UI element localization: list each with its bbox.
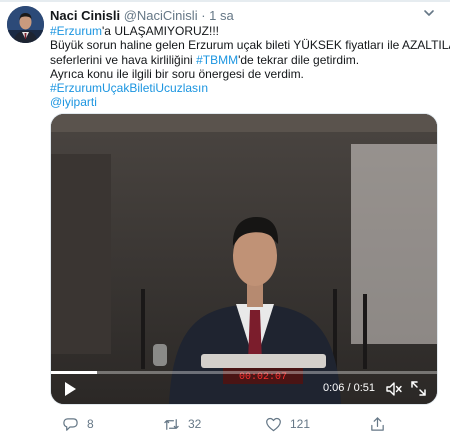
tweet-text-line: #ErzurumUçakBiletiUcuzlasın — [50, 81, 442, 95]
volume-muted-icon[interactable] — [385, 380, 403, 398]
like-button[interactable]: 121 — [265, 414, 310, 434]
video-timecode: 0:06 / 0:51 — [323, 382, 375, 394]
reply-button[interactable]: 8 — [62, 414, 94, 434]
tweet-text-line: Ayrıca konu ile ilgili bir soru önergesi… — [50, 67, 442, 81]
chevron-down-icon[interactable] — [422, 6, 436, 20]
hashtag-link[interactable]: #ErzurumUçakBiletiUcuzlasın — [50, 81, 208, 95]
fullscreen-icon[interactable] — [410, 380, 427, 397]
retweet-icon — [164, 418, 179, 430]
tweet-text-segment: Büyük sorun haline gelen Erzurum uçak bi… — [50, 38, 450, 53]
share-icon — [371, 416, 384, 431]
heart-icon — [266, 417, 281, 431]
hashtag-link[interactable]: #Erzurum — [50, 24, 102, 38]
tweet-header: Naci Cinisli @NaciCinisli · 1 sa — [50, 7, 420, 25]
like-count: 121 — [290, 417, 311, 431]
tweet-text-line: #Erzurum'a ULAŞAMIYORUZ!!! — [50, 24, 442, 38]
tweet-text: #Erzurum'a ULAŞAMIYORUZ!!! Büyük sorun ha… — [50, 24, 450, 110]
separator-dot: · — [201, 8, 206, 23]
video-player[interactable]: 00:02:07 0:06 / 0:51 — [50, 113, 438, 405]
tweet-text-line: Büyük sorun haline gelen Erzurum uçak bi… — [50, 38, 450, 52]
share-button[interactable] — [369, 414, 386, 434]
author-name[interactable]: Naci Cinisli — [50, 8, 120, 23]
play-icon[interactable] — [61, 380, 79, 398]
tweet-timestamp[interactable]: 1 sa — [209, 8, 234, 23]
tweet-text-segment: Ayrıca konu ile ilgili bir soru önergesi… — [50, 66, 304, 81]
tweet-text-line: @iyiparti — [50, 95, 442, 109]
tweet-text-segment: seferlerini ve hava kirliliğini — [50, 52, 197, 67]
author-handle[interactable]: @NaciCinisli — [124, 8, 198, 23]
tweet-text-segment: 'de tekrar dile getirdim. — [238, 52, 360, 67]
avatar-photo — [7, 6, 44, 43]
reply-icon — [63, 417, 78, 431]
retweet-count: 32 — [188, 417, 202, 431]
tweet-actions: 8 32 121 — [50, 414, 440, 434]
reply-count: 8 — [87, 417, 94, 431]
mention-link[interactable]: @iyiparti — [50, 95, 97, 109]
tweet-text-segment: 'a ULAŞAMIYORUZ!!! — [102, 24, 219, 38]
video-frame: 00:02:07 — [51, 114, 437, 404]
hashtag-link[interactable]: #TBMM — [196, 53, 238, 67]
avatar[interactable] — [7, 6, 44, 43]
tweet-text-line: seferlerini ve hava kirliliğini #TBMM'de… — [50, 53, 442, 67]
top-divider — [0, 0, 450, 2]
retweet-button[interactable]: 32 — [163, 414, 201, 434]
video-controls: 0:06 / 0:51 — [51, 374, 437, 404]
